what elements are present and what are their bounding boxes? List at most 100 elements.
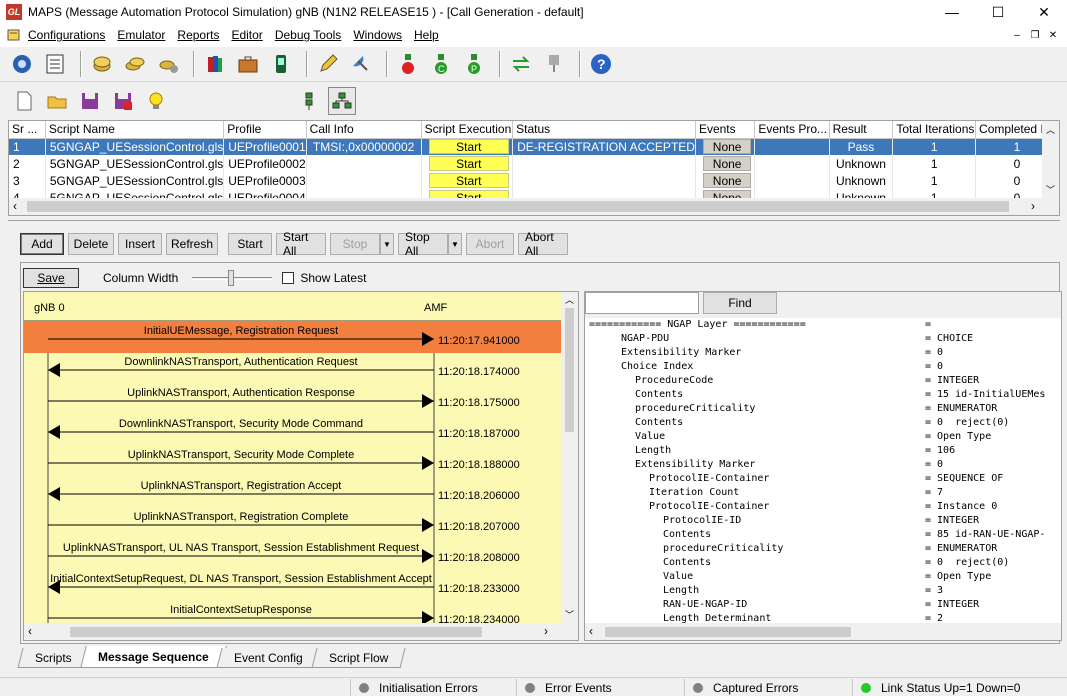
bottle-red-icon[interactable] [394, 50, 422, 78]
settings-gear-icon[interactable] [8, 50, 36, 78]
refresh-button[interactable]: Refresh [166, 233, 218, 255]
menu-debug-tools[interactable]: Debug Tools [275, 28, 349, 42]
grid-horizontal-scrollbar[interactable]: ‹ › [9, 198, 1059, 215]
table-row[interactable]: 1 5GNGAP_UESessionControl.gls UEProfile000… [9, 138, 1059, 155]
menu-reports[interactable]: Reports [177, 28, 226, 42]
bulb-icon[interactable] [142, 87, 170, 115]
scroll-right-arrow-icon[interactable]: › [1031, 199, 1035, 213]
minimize-button[interactable]: — [929, 0, 975, 24]
tab-event-config[interactable]: Event Config [216, 648, 321, 668]
vertical-layout-icon[interactable] [295, 87, 323, 115]
message-label[interactable]: DownlinkNASTransport, Security Mode Comm… [119, 418, 363, 430]
menu-configurations[interactable]: Configurations [28, 28, 112, 42]
show-latest-checkbox-box[interactable] [282, 272, 295, 284]
decode-row[interactable]: ProtocolIE-ID = INTEGER [589, 514, 1061, 528]
message-label[interactable]: InitialContextSetupResponse [170, 604, 312, 616]
message-label[interactable]: InitialContextSetupRequest, DL NAS Trans… [50, 573, 432, 585]
tree-layout-icon[interactable] [328, 87, 356, 115]
decode-row[interactable]: ============ NGAP Layer ============ = [589, 318, 1061, 332]
satellite-dish-icon[interactable] [347, 50, 375, 78]
col-header-result[interactable]: Result [829, 121, 894, 139]
grid-vertical-scrollbar[interactable]: ︿ ﹀ [1042, 121, 1059, 199]
decode-row[interactable]: ProtocolIE-Container = Instance 0 [589, 500, 1061, 514]
decode-row[interactable]: RAN-UE-NGAP-ID = INTEGER [589, 598, 1061, 612]
bottle-green-c-icon[interactable]: C [427, 50, 455, 78]
find-button[interactable]: Find [703, 292, 777, 314]
message-label[interactable]: InitialUEMessage, Registration Request [144, 325, 338, 337]
table-row[interactable]: 2 5GNGAP_UESessionControl.gls UEProfile000… [9, 155, 1059, 172]
menu-editor[interactable]: Editor [231, 28, 269, 42]
menu-windows[interactable]: Windows [353, 28, 409, 42]
sequence-vertical-scrollbar[interactable]: ︿ ﹀ [561, 292, 578, 624]
slider-knob[interactable] [228, 270, 235, 286]
row-start-button[interactable]: Start [428, 173, 510, 188]
decode-row[interactable]: Contents = 0 reject(0) [589, 416, 1061, 430]
stop-dropdown-arrow-icon[interactable]: ▼ [380, 233, 394, 255]
tab-script-flow[interactable]: Script Flow [311, 648, 406, 668]
menu-emulator[interactable]: Emulator [117, 28, 172, 42]
scroll-down-arrow-icon[interactable]: ﹀ [565, 608, 574, 621]
decode-row[interactable]: Iteration Count = 7 [589, 486, 1061, 500]
decode-row[interactable]: ProtocolIE-Container = SEQUENCE OF [589, 472, 1061, 486]
message-label[interactable]: UplinkNASTransport, Authentication Respo… [127, 387, 355, 399]
network-disconnect-icon[interactable] [540, 50, 568, 78]
decode-row[interactable]: ProcedureCode = INTEGER [589, 374, 1061, 388]
decode-row[interactable]: Extensibility Marker = 0 [589, 346, 1061, 360]
briefcase-icon[interactable] [234, 50, 262, 78]
decode-row[interactable]: Value = Open Type [589, 430, 1061, 444]
save-as-icon[interactable] [109, 87, 137, 115]
abort-all-button[interactable]: Abort All [518, 230, 568, 258]
col-header-events[interactable]: Events [695, 121, 756, 139]
help-icon[interactable]: ? [587, 50, 615, 78]
mdi-restore-button[interactable]: ❐ [1027, 27, 1043, 43]
insert-button[interactable]: Insert [118, 233, 162, 255]
col-header-script-name[interactable]: Script Name [45, 121, 225, 139]
col-header-profile[interactable]: Profile [223, 121, 307, 139]
scroll-down-arrow-icon[interactable]: ﹀ [1046, 183, 1055, 196]
sequence-hscroll-thumb[interactable] [70, 627, 482, 637]
abort-button[interactable]: Abort [466, 233, 514, 255]
start-all-button[interactable]: Start All [276, 230, 326, 258]
grid-hscroll-thumb[interactable] [27, 201, 1009, 212]
coins-profile-icon[interactable] [88, 50, 116, 78]
decode-row[interactable]: Extensibility Marker = 0 [589, 458, 1061, 472]
close-button[interactable]: ✕ [1021, 0, 1067, 24]
decode-horizontal-scrollbar[interactable]: ‹ [585, 623, 1061, 640]
save-icon[interactable] [76, 87, 104, 115]
tab-message-sequence[interactable]: Message Sequence [79, 646, 227, 668]
decode-row[interactable]: Contents = 15 id-InitialUEMes [589, 388, 1061, 402]
col-header-sr[interactable]: Sr ... [9, 121, 46, 139]
row-events-button[interactable]: None [702, 139, 752, 155]
books-icon[interactable] [201, 50, 229, 78]
pencil-icon[interactable] [314, 50, 342, 78]
decode-row[interactable]: NGAP-PDU = CHOICE [589, 332, 1061, 346]
message-label[interactable]: UplinkNASTransport, Registration Complet… [134, 511, 349, 523]
mdi-minimize-button[interactable]: – [1009, 27, 1025, 43]
col-header-total-iterations[interactable]: Total Iterations [892, 121, 977, 139]
table-row[interactable]: 3 5GNGAP_UESessionControl.gls UEProfile000… [9, 172, 1059, 189]
row-start-button[interactable]: Start [428, 139, 510, 155]
coins-icon[interactable] [121, 50, 149, 78]
sequence-vscroll-thumb[interactable] [565, 308, 574, 432]
col-header-script-execution[interactable]: Script Execution [421, 121, 514, 139]
decode-hscroll-thumb[interactable] [605, 627, 851, 637]
decode-row[interactable]: Length = 3 [589, 584, 1061, 598]
decode-row[interactable]: Contents = 0 reject(0) [589, 556, 1061, 570]
scroll-up-arrow-icon[interactable]: ︿ [565, 293, 574, 306]
stop-all-dropdown-arrow-icon[interactable]: ▼ [448, 233, 462, 255]
maximize-button[interactable]: ☐ [975, 0, 1021, 24]
transfer-arrows-icon[interactable] [507, 50, 535, 78]
message-label[interactable]: UplinkNASTransport, Security Mode Comple… [128, 449, 354, 461]
show-latest-checkbox[interactable]: Show Latest [282, 271, 366, 285]
tab-scripts[interactable]: Scripts [17, 648, 90, 668]
stop-button[interactable]: Stop [330, 233, 380, 255]
coins-gear-icon[interactable] [154, 50, 182, 78]
col-header-status[interactable]: Status [512, 121, 696, 139]
message-label[interactable]: DownlinkNASTransport, Authentication Req… [124, 356, 357, 368]
row-start-button[interactable]: Start [428, 156, 510, 171]
message-label[interactable]: UplinkNASTransport, UL NAS Transport, Se… [63, 542, 419, 554]
mdi-close-button[interactable]: ✕ [1045, 27, 1061, 43]
decode-row[interactable]: procedureCriticality = ENUMERATOR [589, 402, 1061, 416]
decode-row[interactable]: Length = 106 [589, 444, 1061, 458]
find-input[interactable] [585, 292, 699, 314]
